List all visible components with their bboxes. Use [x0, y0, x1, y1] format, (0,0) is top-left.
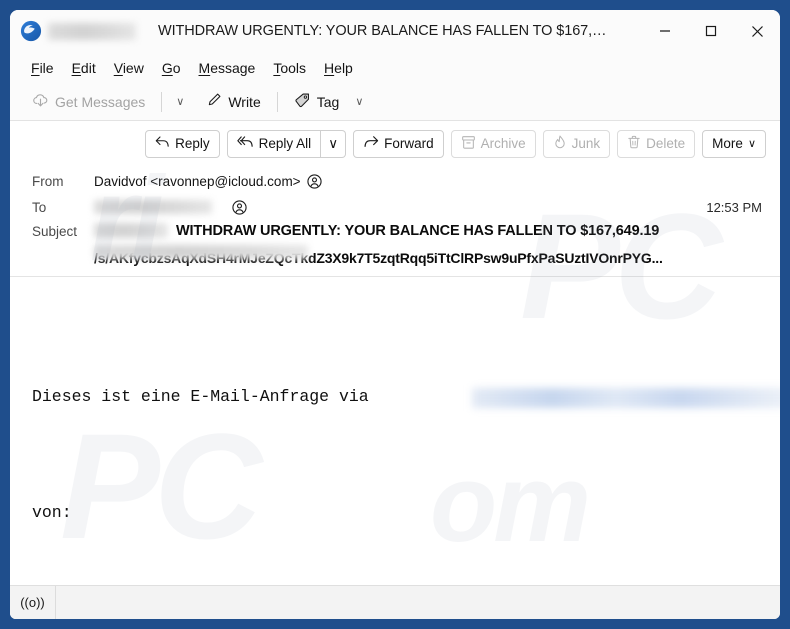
message-header-pane: From Davidvof <ravonnep@icloud.com> To 1…	[10, 166, 780, 277]
pencil-icon	[206, 92, 222, 111]
menu-go[interactable]: Go	[153, 57, 190, 79]
window-title: WITHDRAW URGENTLY: YOUR BALANCE HAS FALL…	[158, 23, 607, 39]
title-redacted-account	[48, 22, 136, 40]
subject-redacted-prefix	[94, 223, 168, 238]
from-address[interactable]: Davidvof <ravonnep@icloud.com>	[94, 174, 301, 189]
toolbar-separator-1	[161, 91, 163, 112]
tag-label: Tag	[316, 93, 340, 110]
message-body: Dieses ist eine E-Mail-Anfrage via von: …	[10, 277, 780, 585]
forward-arrow-icon	[363, 135, 379, 152]
write-label: Write	[228, 93, 261, 110]
from-value: Davidvof <ravonnep@icloud.com>	[94, 174, 322, 189]
header-row-subject: Subject WITHDRAW URGENTLY: YOUR BALANCE …	[10, 220, 780, 259]
body-line-1: Dieses ist eine E-Mail-Anfrage via	[32, 382, 780, 411]
menu-help[interactable]: Help	[315, 57, 362, 79]
tag-icon	[294, 92, 311, 112]
menu-tools[interactable]: Tools	[264, 57, 315, 79]
to-value	[94, 199, 247, 215]
statusbar: ((o))	[10, 585, 780, 619]
reply-all-arrow-icon	[236, 135, 254, 152]
reply-arrow-icon	[155, 135, 170, 152]
to-contact-icon[interactable]	[232, 199, 247, 215]
thunderbird-icon	[20, 20, 42, 42]
menu-edit[interactable]: Edit	[63, 57, 105, 79]
menu-view[interactable]: View	[105, 57, 153, 79]
minimize-button[interactable]	[642, 10, 688, 52]
forward-label: Forward	[384, 136, 434, 151]
subject-text: WITHDRAW URGENTLY: YOUR BALANCE HAS FALL…	[176, 223, 660, 239]
message-action-toolbar: Reply Reply All ∨ Forward Archive Junk D…	[10, 121, 780, 166]
junk-label: Junk	[571, 136, 601, 151]
close-button[interactable]	[734, 10, 780, 52]
menu-file[interactable]: File	[22, 57, 63, 79]
archive-label: Archive	[480, 136, 526, 151]
reply-button[interactable]: Reply	[145, 129, 220, 158]
maximize-button[interactable]	[688, 10, 734, 52]
more-label: More	[712, 136, 743, 151]
subject-redacted-line2	[94, 245, 308, 259]
thunderbird-window: WITHDRAW URGENTLY: YOUR BALANCE HAS FALL…	[10, 10, 780, 619]
tag-dropdown[interactable]: ∨	[349, 90, 369, 113]
get-messages-label: Get Messages	[55, 93, 146, 110]
main-toolbar: Get Messages ∨ Write Tag ∨	[10, 83, 780, 121]
window-titlebar: WITHDRAW URGENTLY: YOUR BALANCE HAS FALL…	[10, 10, 780, 52]
write-button[interactable]: Write	[198, 88, 268, 115]
reply-all-group: Reply All ∨	[226, 129, 347, 158]
subject-label: Subject	[32, 224, 78, 239]
reply-all-dropdown[interactable]: ∨	[321, 129, 347, 158]
online-status-icon[interactable]: ((o))	[10, 586, 56, 619]
add-to-contacts-icon[interactable]	[306, 173, 322, 189]
trash-icon	[627, 135, 641, 153]
delete-button[interactable]: Delete	[617, 129, 696, 158]
get-messages-button[interactable]: Get Messages	[24, 88, 153, 116]
forward-button[interactable]: Forward	[353, 129, 444, 158]
body-line-2: von:	[32, 503, 72, 522]
menu-message[interactable]: Message	[190, 57, 265, 79]
desktop-background: WITHDRAW URGENTLY: YOUR BALANCE HAS FALL…	[0, 0, 790, 629]
get-messages-dropdown[interactable]: ∨	[170, 90, 190, 113]
message-time: 12:53 PM	[706, 199, 762, 215]
archive-button[interactable]: Archive	[450, 129, 536, 158]
reply-all-label: Reply All	[258, 136, 312, 151]
to-redacted-recipient	[94, 200, 212, 214]
window-controls	[642, 10, 780, 52]
body-text-1: Dieses ist eine E-Mail-Anfrage via	[32, 387, 369, 406]
download-cloud-icon	[32, 92, 49, 112]
archive-box-icon	[461, 135, 476, 153]
more-button[interactable]: More ∨	[702, 129, 766, 158]
to-label: To	[32, 199, 47, 215]
header-row-to: To 12:53 PM	[10, 194, 780, 220]
flame-icon	[553, 135, 567, 153]
delete-label: Delete	[646, 136, 686, 151]
toolbar-separator-2	[276, 91, 278, 112]
body-redacted-domain	[472, 388, 780, 408]
tag-button[interactable]: Tag	[286, 88, 348, 116]
chevron-down-icon: ∨	[747, 138, 756, 150]
junk-button[interactable]: Junk	[542, 129, 611, 158]
menubar: File Edit View Go Message Tools Help	[10, 52, 780, 83]
from-label: From	[32, 173, 64, 189]
reply-label: Reply	[175, 136, 210, 151]
reply-all-button[interactable]: Reply All	[226, 129, 322, 158]
header-row-from: From Davidvof <ravonnep@icloud.com>	[10, 168, 780, 194]
